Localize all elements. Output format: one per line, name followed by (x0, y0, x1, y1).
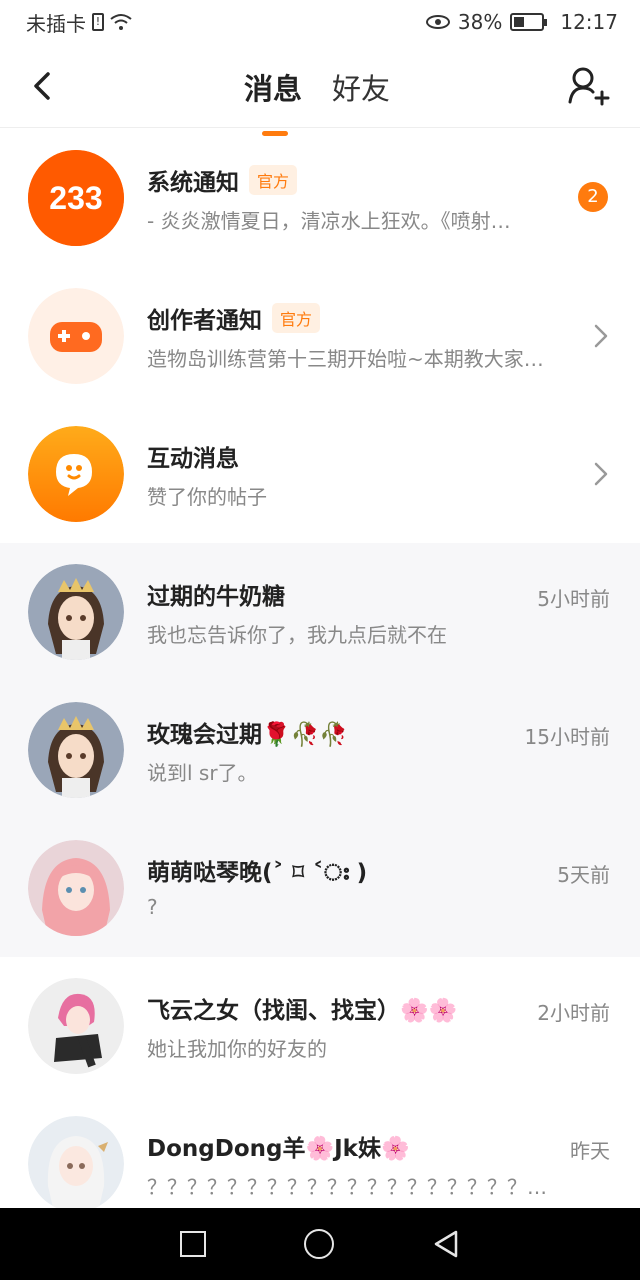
item-preview: ？？？？？？？？？？？？？？？？？？？… (147, 1175, 547, 1199)
item-name: 玫瑰会过期🌹🥀🥀 (147, 722, 348, 748)
item-title: 过期的牛奶糖 (147, 577, 285, 611)
list-item-creator-notice[interactable]: 创作者通知 官方 造物岛训练营第十三期开始啦~本期教大家… (0, 267, 640, 405)
item-name: 萌萌哒琴晚(˃ ⌑ ˂ഃ ) (147, 860, 368, 886)
item-preview: 她让我加你的好友的 (147, 1037, 327, 1061)
svg-text:233: 233 (49, 180, 102, 216)
eye-comfort-icon (425, 15, 450, 29)
carrier-text: 未插卡 (26, 11, 86, 36)
item-name: 系统通知 (147, 170, 239, 196)
sim-warning-icon: ! (92, 13, 104, 31)
clock: 12:17 (560, 10, 618, 34)
user-avatar (28, 1116, 124, 1212)
list-item-system-notice[interactable]: 233 系统通知 官方 - 炎炎激情夏日，清凉水上狂欢。《喷射… 2 (0, 129, 640, 267)
official-badge: 官方 (272, 303, 321, 333)
item-time: 5天前 (557, 863, 610, 887)
back-arrow-icon[interactable] (24, 64, 64, 108)
item-preview: ? (147, 895, 158, 919)
item-preview: 我也忘告诉你了，我九点后就不在 (147, 623, 447, 647)
gamepad-icon (28, 288, 124, 384)
list-item-chat[interactable]: 过期的牛奶糖 我也忘告诉你了，我九点后就不在 5小时前 (0, 543, 640, 681)
item-title: 萌萌哒琴晚(˃ ⌑ ˂ഃ ) (147, 853, 367, 887)
item-preview: 说到l sr了。 (147, 761, 258, 785)
user-avatar (28, 564, 124, 660)
chevron-right-icon (594, 462, 608, 486)
item-title: 系统通知 官方 (147, 163, 298, 197)
tab-messages[interactable]: 消息 (244, 66, 303, 136)
add-friend-icon[interactable] (566, 64, 610, 108)
user-avatar (28, 702, 124, 798)
list-item-chat[interactable]: 玫瑰会过期🌹🥀🥀 说到l sr了。 15小时前 (0, 681, 640, 819)
tab-friends-label: 好友 (332, 72, 391, 106)
list-item-chat[interactable]: 飞云之女（找闺、找宝）🌸🌸 她让我加你的好友的 2小时前 (0, 957, 640, 1095)
item-name: DongDong羊🌸Jk妹🌸 (147, 1136, 410, 1162)
item-title: 创作者通知 官方 (147, 301, 321, 335)
item-name: 互动消息 (147, 446, 239, 472)
item-name: 飞云之女（找闺、找宝）🌸🌸 (147, 998, 458, 1024)
user-avatar (28, 978, 124, 1074)
chevron-right-icon (594, 324, 608, 348)
item-time: 15小时前 (524, 725, 610, 749)
item-title: 飞云之女（找闺、找宝）🌸🌸 (147, 991, 457, 1025)
unread-badge: 2 (578, 182, 608, 212)
list-item-interactions[interactable]: 互动消息 赞了你的帖子 (0, 405, 640, 543)
item-name: 过期的牛奶糖 (147, 584, 285, 610)
chat-bubble-icon (28, 426, 124, 522)
recents-button[interactable] (180, 1231, 206, 1257)
item-time: 昨天 (570, 1139, 610, 1163)
233-logo-icon: 233 (28, 150, 124, 246)
item-time: 5小时前 (537, 587, 610, 611)
top-nav: 消息 好友 (0, 44, 640, 136)
home-button[interactable] (304, 1229, 334, 1259)
item-title: 玫瑰会过期🌹🥀🥀 (147, 715, 348, 749)
official-badge: 官方 (249, 165, 298, 195)
battery-percent: 38% (457, 10, 503, 34)
item-preview: 赞了你的帖子 (147, 485, 267, 509)
wifi-icon (110, 14, 132, 30)
user-avatar (28, 840, 124, 936)
item-name: 创作者通知 (147, 308, 262, 334)
tab-friends[interactable]: 好友 (332, 66, 390, 108)
item-title: DongDong羊🌸Jk妹🌸 (147, 1129, 410, 1163)
item-preview: 造物岛训练营第十三期开始啦~本期教大家… (147, 347, 544, 371)
tab-bar: 消息 好友 (244, 66, 390, 136)
list-item-chat[interactable]: 萌萌哒琴晚(˃ ⌑ ˂ഃ ) ? 5天前 (0, 819, 640, 957)
back-button[interactable] (432, 1229, 460, 1259)
item-preview: - 炎炎激情夏日，清凉水上狂欢。《喷射… (147, 209, 511, 233)
tab-messages-label: 消息 (244, 72, 303, 106)
battery-icon (510, 13, 548, 31)
message-list: 233 系统通知 官方 - 炎炎激情夏日，清凉水上狂欢。《喷射… 2 创作者通知… (0, 129, 640, 1233)
status-bar: 未插卡 ! 38% 12:17 (0, 0, 640, 44)
item-title: 互动消息 (147, 439, 239, 473)
item-time: 2小时前 (537, 1001, 610, 1025)
system-nav-bar (0, 1208, 640, 1280)
